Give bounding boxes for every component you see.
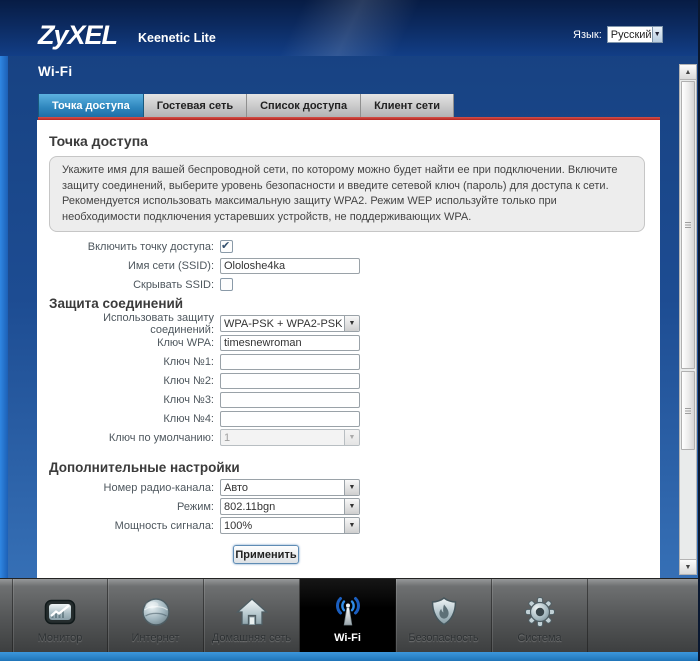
- power-select[interactable]: 100% ▼: [220, 517, 360, 535]
- nav-item-internet[interactable]: Интернет: [108, 579, 204, 652]
- product-name: Keenetic Lite: [138, 31, 216, 45]
- language-select[interactable]: Русский ▼: [606, 26, 663, 43]
- key3-label: Ключ №3:: [163, 393, 214, 406]
- nav-label: Домашняя сеть: [211, 632, 292, 644]
- security-label: Использовать защиту соединений:: [103, 311, 214, 336]
- home-icon: [235, 598, 268, 626]
- tab-access-list[interactable]: Список доступа: [247, 94, 362, 117]
- key4-label: Ключ №4:: [163, 412, 214, 425]
- mode-label: Режим:: [177, 500, 214, 513]
- section-title: Точка доступа: [49, 133, 148, 149]
- nav-label: Безопасность: [408, 632, 479, 644]
- chevron-down-icon[interactable]: ▼: [344, 518, 359, 534]
- chevron-down-icon[interactable]: ▼: [344, 316, 359, 332]
- router-admin-page: ZyXEL Keenetic Lite Язык: Русский ▼ Wi-F…: [0, 0, 700, 661]
- chevron-down-icon[interactable]: ▼: [344, 499, 359, 515]
- zyxel-logo: ZyXEL: [38, 20, 118, 50]
- hide-ssid-checkbox[interactable]: [220, 278, 233, 292]
- enable-ap-row: Включить точку доступа:: [37, 237, 660, 256]
- key1-label: Ключ №1:: [163, 355, 214, 368]
- wpa-key-input[interactable]: [220, 334, 360, 351]
- key1-row: Ключ №1:: [37, 352, 660, 371]
- key1-input[interactable]: [220, 353, 360, 370]
- vertical-scrollbar[interactable]: ▲ ▼: [679, 64, 697, 575]
- default-key-label: Ключ по умолчанию:: [108, 431, 214, 444]
- wpa-key-row: Ключ WPA:: [37, 333, 660, 352]
- nav-item-home-network[interactable]: Домашняя сеть: [204, 579, 300, 652]
- chevron-down-icon: ▼: [344, 430, 359, 446]
- key2-label: Ключ №2:: [163, 374, 214, 387]
- scrollbar-grip: [685, 407, 691, 414]
- nav-item-wifi[interactable]: Wi-Fi: [300, 579, 396, 652]
- gear-icon: [524, 597, 555, 627]
- bottom-nav: Монитор Интернет Домашняя сеть Wi-Fi Без…: [0, 578, 700, 652]
- tab-network-client[interactable]: Клиент сети: [361, 94, 454, 117]
- security-row: Использовать защиту соединений: WPA-PSK …: [37, 311, 660, 336]
- nav-item-monitor[interactable]: Монитор: [12, 579, 108, 652]
- key3-row: Ключ №3:: [37, 390, 660, 409]
- tab-access-point[interactable]: Точка доступа: [38, 94, 144, 117]
- hide-ssid-row: Скрывать SSID:: [37, 275, 660, 294]
- wpa-key-label: Ключ WPA:: [157, 336, 214, 349]
- nav-item-security[interactable]: Безопасность: [396, 579, 492, 652]
- enable-ap-label: Включить точку доступа:: [87, 240, 214, 253]
- wifi-icon: [335, 597, 360, 626]
- content-panel: Точка доступа Укажите имя для вашей бесп…: [37, 120, 660, 578]
- nav-label: Wi-Fi: [334, 632, 361, 644]
- scroll-up-button[interactable]: ▲: [680, 65, 696, 80]
- key4-input[interactable]: [220, 410, 360, 427]
- apply-button[interactable]: Применить: [233, 545, 299, 565]
- globe-icon: [141, 598, 170, 626]
- default-key-row: Ключ по умолчанию: 1 ▼: [37, 428, 660, 447]
- page-title: Wi-Fi: [38, 64, 73, 79]
- monitor-icon: [44, 599, 76, 625]
- scroll-down-button[interactable]: ▼: [680, 559, 696, 574]
- key2-input[interactable]: [220, 372, 360, 389]
- info-box: Укажите имя для вашей беспроводной сети,…: [49, 156, 645, 233]
- nav-label: Интернет: [131, 632, 180, 644]
- mode-row: Режим: 802.11bgn ▼: [37, 497, 660, 516]
- key4-row: Ключ №4:: [37, 409, 660, 428]
- language-select-value: Русский: [610, 28, 652, 41]
- mode-select[interactable]: 802.11bgn ▼: [220, 498, 360, 516]
- chevron-down-icon[interactable]: ▼: [344, 480, 359, 496]
- security-section-title: Защита соединений: [49, 296, 184, 312]
- advanced-section-title: Дополнительные настройки: [49, 460, 240, 476]
- channel-label: Номер радио-канала:: [103, 481, 214, 494]
- security-select[interactable]: WPA-PSK + WPA2-PSK ▼: [220, 315, 360, 333]
- power-label: Мощность сигнала:: [114, 519, 214, 532]
- language-label: Язык:: [573, 28, 602, 41]
- chevron-down-icon[interactable]: ▼: [651, 27, 662, 42]
- scrollbar-thumb[interactable]: [681, 371, 695, 450]
- hide-ssid-label: Скрывать SSID:: [133, 278, 214, 291]
- shield-icon: [431, 597, 456, 626]
- key2-row: Ключ №2:: [37, 371, 660, 390]
- tab-guest-network[interactable]: Гостевая сеть: [143, 94, 248, 117]
- ssid-input[interactable]: [220, 257, 360, 274]
- header: ZyXEL Keenetic Lite Язык: Русский ▼: [0, 0, 700, 56]
- tab-bar: Точка доступа Гостевая сеть Список досту…: [38, 94, 454, 117]
- scrollbar-grip: [685, 222, 691, 228]
- ssid-label: Имя сети (SSID):: [127, 259, 214, 272]
- ssid-row: Имя сети (SSID):: [37, 256, 660, 275]
- nav-label: Система: [517, 632, 562, 644]
- left-accent-strip: [0, 56, 8, 578]
- nav-label: Монитор: [37, 632, 83, 644]
- default-key-select: 1 ▼: [220, 429, 360, 447]
- nav-item-system[interactable]: Система: [492, 579, 588, 652]
- wifi-settings-form: Включить точку доступа: Имя сети (SSID):…: [37, 237, 660, 565]
- power-row: Мощность сигнала: 100% ▼: [37, 516, 660, 535]
- channel-select[interactable]: Авто ▼: [220, 479, 360, 497]
- key3-input[interactable]: [220, 391, 360, 408]
- scrollbar-thumb[interactable]: [681, 81, 695, 369]
- enable-ap-checkbox[interactable]: [220, 239, 233, 254]
- bottom-accent-strip: [0, 652, 700, 661]
- channel-row: Номер радио-канала: Авто ▼: [37, 478, 660, 497]
- language-area: Язык: Русский ▼: [573, 26, 663, 43]
